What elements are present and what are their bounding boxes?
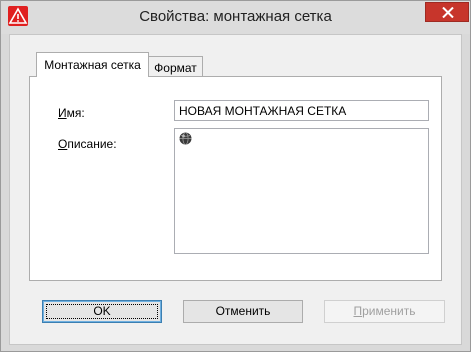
apply-label: рименить xyxy=(362,304,416,318)
description-label: Описание: xyxy=(58,137,117,151)
name-label-hotkey: И xyxy=(58,106,67,120)
description-textarea[interactable] xyxy=(174,128,429,254)
name-label: Имя: xyxy=(58,106,85,120)
tab-format[interactable]: Формат xyxy=(148,56,203,78)
ok-button[interactable]: OK xyxy=(42,300,162,323)
cancel-button[interactable]: Отменить xyxy=(183,300,303,323)
dialog-window: Свойства: монтажная сетка Монтажная сетк… xyxy=(0,0,471,352)
apply-button[interactable]: Применить xyxy=(324,300,445,323)
close-icon xyxy=(442,7,454,18)
name-label-text: мя: xyxy=(66,106,85,120)
close-button[interactable] xyxy=(425,2,469,22)
description-label-hotkey: О xyxy=(58,137,68,151)
description-label-text: писание: xyxy=(67,137,117,151)
apply-hotkey: П xyxy=(353,304,363,318)
title-bar[interactable]: Свойства: монтажная сетка xyxy=(1,1,470,34)
window-title: Свойства: монтажная сетка xyxy=(139,8,332,25)
tab-grid[interactable]: Монтажная сетка xyxy=(36,52,149,77)
name-input[interactable] xyxy=(174,100,429,121)
focus-rect xyxy=(46,304,158,319)
tab-panel: Имя: Описание: xyxy=(29,76,442,281)
dialog-client-area: Монтажная сетка Формат Имя: Описание: OK… xyxy=(9,34,462,345)
globe-icon xyxy=(179,132,192,145)
